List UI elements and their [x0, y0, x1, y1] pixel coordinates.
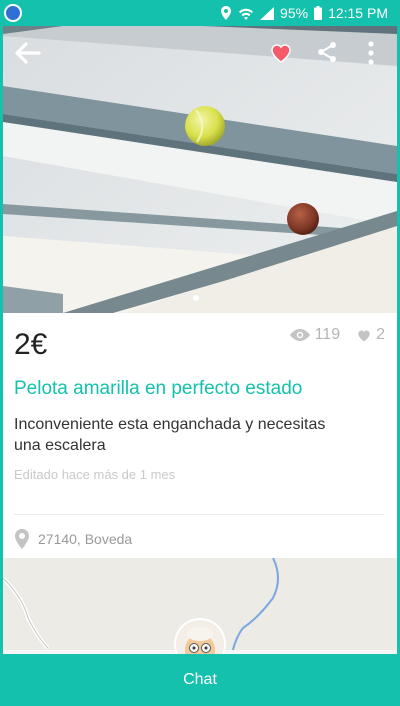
share-icon[interactable]	[316, 41, 338, 63]
listing-description: Inconveniente esta enganchada y necesita…	[14, 416, 326, 454]
listing-title: Pelota amarilla en perfecto estado	[14, 378, 303, 399]
heart-icon[interactable]	[269, 41, 293, 63]
wifi-icon	[239, 8, 254, 20]
arrow-left-icon[interactable]	[13, 40, 41, 66]
listing-screen: 2€ 119 2 Pelota amarilla en perfecto est…	[3, 26, 397, 706]
product-photo[interactable]	[3, 26, 397, 313]
battery-icon	[314, 6, 323, 20]
divider	[14, 514, 384, 515]
notification-icon	[4, 4, 22, 22]
favorites-count: 2	[376, 326, 385, 343]
map-pin-icon	[15, 529, 29, 549]
edited-timestamp: Editado hace más de 1 mes	[14, 467, 176, 482]
photo-pager-dot	[193, 295, 199, 301]
location-text: 27140, Boveda	[38, 531, 133, 547]
views-count: 119	[314, 326, 341, 343]
clock: 12:15 PM	[328, 5, 388, 21]
location-row[interactable]: 27140, Boveda	[14, 529, 132, 549]
photo-toolbar	[3, 26, 397, 80]
battery-percent: 95%	[280, 5, 309, 21]
price: 2€	[14, 328, 48, 361]
more-vert-icon[interactable]	[363, 40, 379, 66]
chat-button[interactable]: Chat	[3, 654, 397, 706]
eye-icon	[289, 329, 310, 341]
listing-stats: 119 2	[289, 326, 385, 344]
status-bar: 95% 12:15 PM	[0, 0, 400, 26]
heart-outline-icon	[358, 330, 370, 342]
location-icon	[221, 6, 232, 20]
signal-icon	[260, 6, 275, 20]
